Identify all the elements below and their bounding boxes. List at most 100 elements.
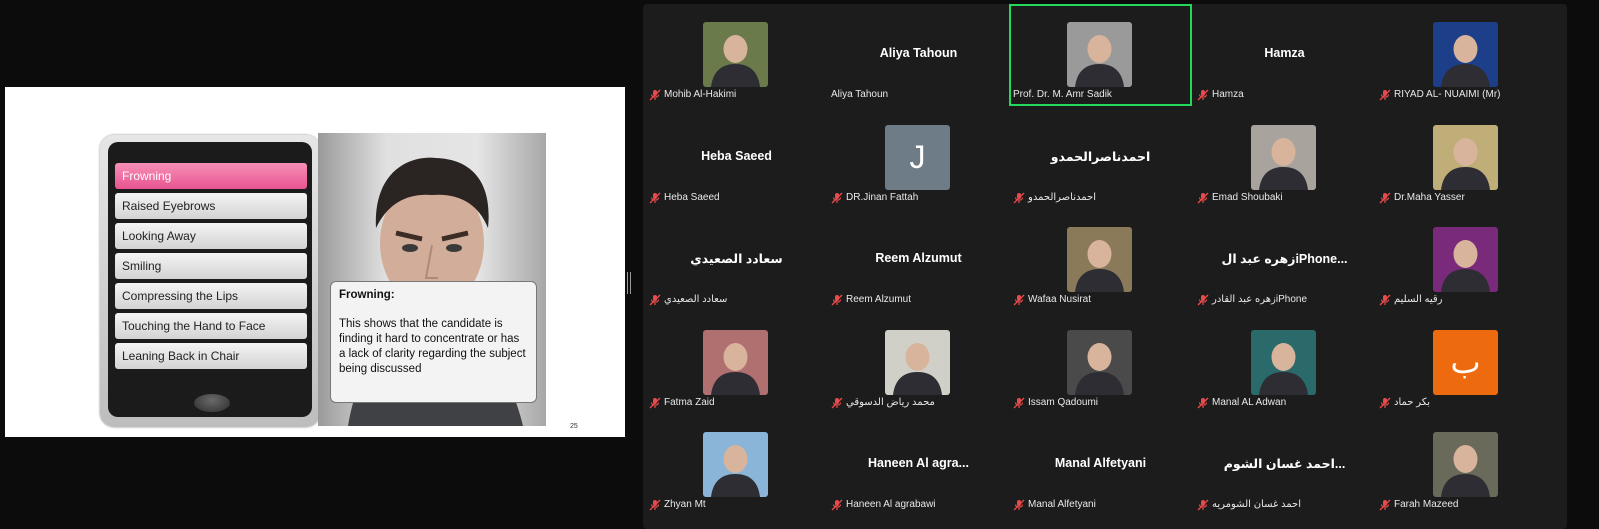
participant-tile[interactable]: RIYAD AL- NUAIMI (Mr) xyxy=(1375,4,1558,106)
participant-tile[interactable]: Prof. Dr. M. Amr Sadik xyxy=(1009,4,1192,106)
participant-tile[interactable]: Aliya Tahoun Aliya Tahoun xyxy=(827,4,1010,106)
participant-name: Dr.Maha Yasser xyxy=(1394,192,1465,203)
phone-graphic: Frowning Raised Eyebrows Looking Away Sm… xyxy=(100,135,320,427)
participant-tile[interactable]: Farah Mazeed xyxy=(1375,414,1558,516)
participant-avatar: ب xyxy=(1433,330,1498,395)
participant-name: احمدناصرالحمدو xyxy=(1028,192,1096,203)
participant-tile[interactable]: سعادد الصعيدي سعادد الصعيدي xyxy=(645,209,828,311)
participant-name-label: احمد غسان الشومريه xyxy=(1197,497,1372,512)
participant-display-name: Aliya Tahoun xyxy=(879,46,958,60)
participant-tile[interactable]: Wafaa Nusirat xyxy=(1009,209,1192,311)
participant-video xyxy=(703,22,768,87)
participant-name: Haneen Al agrabawi xyxy=(846,499,936,510)
participant-name-label: Manal AL Adwan xyxy=(1197,395,1372,410)
mic-muted-icon xyxy=(649,499,664,511)
participant-video xyxy=(1067,22,1132,87)
participant-display-name: Haneen Al agra... xyxy=(868,456,969,470)
participant-name: Issam Qadoumi xyxy=(1028,397,1099,408)
participant-tile[interactable]: Heba Saeed Heba Saeed xyxy=(645,107,828,209)
participant-tile[interactable]: Manal AL Adwan xyxy=(1193,312,1376,414)
menu-item-touching-face: Touching the Hand to Face xyxy=(115,313,307,339)
participant-name-label: Emad Shoubaki xyxy=(1197,190,1372,205)
participant-tile[interactable]: Haneen Al agra... Haneen Al agrabawi xyxy=(827,414,1010,516)
participant-tile[interactable]: Manal Alfetyani Manal Alfetyani xyxy=(1009,414,1192,516)
participant-tile[interactable]: Issam Qadoumi xyxy=(1009,312,1192,414)
participant-tile[interactable]: Dr.Maha Yasser xyxy=(1375,107,1558,209)
participant-tile[interactable]: احمدناصرالحمدو احمدناصرالحمدو xyxy=(1009,107,1192,209)
menu-item-looking-away: Looking Away xyxy=(115,223,307,249)
mic-muted-icon xyxy=(649,294,664,306)
participant-video xyxy=(703,330,768,395)
participant-video xyxy=(1433,125,1498,190)
mic-muted-icon xyxy=(1013,499,1028,511)
shared-slide: Frowning Raised Eyebrows Looking Away Sm… xyxy=(5,87,625,437)
participant-name-label: زهره عبد القادرiPhone xyxy=(1197,292,1372,307)
participant-name: Reem Alzumut xyxy=(846,294,912,305)
mic-muted-icon xyxy=(1013,397,1028,409)
slide-page-number: 25 xyxy=(570,423,578,430)
participant-name-label: RIYAD AL- NUAIMI (Mr) xyxy=(1379,87,1554,102)
participant-tile[interactable]: Reem Alzumut Reem Alzumut xyxy=(827,209,1010,311)
participant-video xyxy=(703,432,768,497)
body-language-menu: Frowning Raised Eyebrows Looking Away Sm… xyxy=(115,163,307,373)
mic-muted-icon xyxy=(1379,192,1394,204)
participant-video xyxy=(1433,432,1498,497)
participant-tile[interactable]: احمد غسان الشوم... احمد غسان الشومريه xyxy=(1193,414,1376,516)
participant-name: احمد غسان الشومريه xyxy=(1212,499,1302,510)
participant-tile[interactable]: Emad Shoubaki xyxy=(1193,107,1376,209)
participant-name-label: Reem Alzumut xyxy=(831,292,1006,307)
participant-tile[interactable]: محمد رياض الدسوقي xyxy=(827,312,1010,414)
participant-name: سعادد الصعيدي xyxy=(664,294,728,305)
callout-title: Frowning: xyxy=(339,289,395,301)
participant-display-name: سعادد الصعيدي xyxy=(690,252,783,266)
mic-muted-icon xyxy=(831,397,846,409)
participant-name: Heba Saeed xyxy=(664,192,720,203)
participant-name: RIYAD AL- NUAIMI (Mr) xyxy=(1394,89,1501,100)
participant-name: Emad Shoubaki xyxy=(1212,192,1283,203)
participant-tile[interactable]: J DR.Jinan Fattah xyxy=(827,107,1010,209)
participant-display-name: احمدناصرالحمدو xyxy=(1050,150,1151,164)
mic-muted-icon xyxy=(1197,499,1212,511)
participant-tile[interactable]: رقيه السليم xyxy=(1375,209,1558,311)
participant-video xyxy=(885,330,950,395)
participant-name: Wafaa Nusirat xyxy=(1028,294,1091,305)
frowning-callout: Frowning: This shows that the candidate … xyxy=(330,281,537,403)
participant-name-label: Hamza xyxy=(1197,87,1372,102)
participant-name-label: Manal Alfetyani xyxy=(1013,497,1188,512)
participant-tile[interactable]: زهره عبد الiPhone... زهره عبد القادرiPhon… xyxy=(1193,209,1376,311)
mic-muted-icon xyxy=(649,397,664,409)
participant-tile[interactable]: Hamza Hamza xyxy=(1193,4,1376,106)
participant-video xyxy=(1433,227,1498,292)
participant-video xyxy=(1067,330,1132,395)
menu-item-leaning-back: Leaning Back in Chair xyxy=(115,343,307,369)
participant-name-label: Issam Qadoumi xyxy=(1013,395,1188,410)
participant-tile[interactable]: Zhyan Mt xyxy=(645,414,828,516)
participant-name-label: Prof. Dr. M. Amr Sadik xyxy=(1013,87,1188,102)
participant-video xyxy=(1251,125,1316,190)
participant-name-label: Fatma Zaid xyxy=(649,395,824,410)
participant-tile[interactable]: Fatma Zaid xyxy=(645,312,828,414)
participant-name: Farah Mazeed xyxy=(1394,499,1459,510)
participant-name-label: DR.Jinan Fattah xyxy=(831,190,1006,205)
view-splitter-handle[interactable] xyxy=(627,272,632,294)
participant-tile[interactable]: Mohib Al-Hakimi xyxy=(645,4,828,106)
participant-name: Manal AL Adwan xyxy=(1212,397,1287,408)
participant-video xyxy=(1251,330,1316,395)
mic-muted-icon xyxy=(1013,192,1028,204)
participant-name-label: Dr.Maha Yasser xyxy=(1379,190,1554,205)
mic-muted-icon xyxy=(1379,294,1394,306)
participant-display-name: Manal Alfetyani xyxy=(1054,456,1147,470)
participant-name: Zhyan Mt xyxy=(664,499,706,510)
participant-name: Mohib Al-Hakimi xyxy=(664,89,737,100)
mic-muted-icon xyxy=(1013,294,1028,306)
menu-item-compressing-lips: Compressing the Lips xyxy=(115,283,307,309)
mic-muted-icon xyxy=(1197,89,1212,101)
participant-name: Hamza xyxy=(1212,89,1244,100)
participant-name: DR.Jinan Fattah xyxy=(846,192,919,203)
mic-muted-icon xyxy=(831,499,846,511)
participant-name: Fatma Zaid xyxy=(664,397,715,408)
frowning-man-photo: Frowning: This shows that the candidate … xyxy=(318,133,546,426)
participant-tile[interactable]: ب بكر حماد xyxy=(1375,312,1558,414)
participant-name-label: احمدناصرالحمدو xyxy=(1013,190,1188,205)
mic-muted-icon xyxy=(1197,192,1212,204)
